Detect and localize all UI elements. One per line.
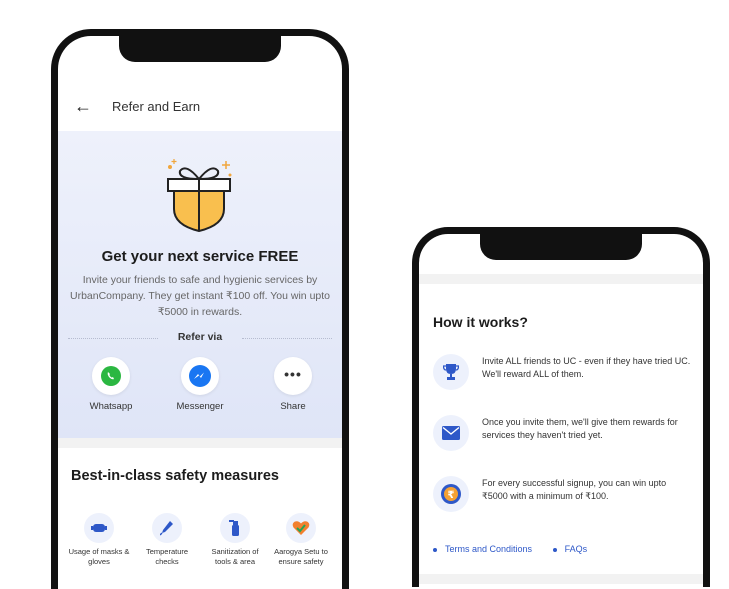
phone-notch [119,36,281,62]
safety-item-masks: Usage of masks & gloves [67,513,131,567]
page-title: Refer and Earn [112,99,201,114]
thermometer-icon [152,513,182,543]
app-header: ← Refer and Earn [58,96,342,131]
terms-link[interactable]: Terms and Conditions [445,544,532,554]
refer-via-divider: Refer via [58,331,342,345]
safety-item-label: Sanitization of tools & area [211,547,259,566]
share-messenger-button[interactable]: Messenger [160,357,240,412]
trophy-icon [433,354,469,390]
arrow-left-icon[interactable]: ← [74,96,92,116]
share-option-label: Messenger [176,401,224,412]
bullet-dot [433,547,437,552]
section-divider [419,274,703,284]
divider-line [242,338,332,339]
phone-notch [480,234,642,260]
hero-title: Get your next service FREE [101,248,299,265]
refer-via-label: Refer via [177,331,223,343]
step-text: For every successful signup, you can win… [482,478,667,501]
phone-how-it-works: How it works? Invite ALL friends to UC -… [412,227,710,587]
phone-refer-and-earn: ← Refer and Earn Get your next service F… [51,29,349,589]
rupee-coin-icon: ₹ [433,476,469,512]
share-option-label: Share [280,401,306,412]
more-dots-icon[interactable]: ••• [274,357,312,395]
footer-links: Terms and Conditions FAQs [433,544,605,554]
share-more-button[interactable]: ••• Share [253,357,333,412]
share-option-label: Whatsapp [89,401,133,412]
safety-item-label: Aarogya Setu to ensure safety [274,547,328,566]
bullet-dot [552,547,557,552]
svg-text:₹: ₹ [448,490,455,501]
share-whatsapp-button[interactable]: Whatsapp [71,357,151,412]
step-text: Once you invite them, we'll give them re… [482,417,678,440]
hero-subtitle: Invite your friends to safe and hygienic… [69,274,331,318]
safety-item-aarogya: Aarogya Setu to ensure safety [269,513,333,567]
whatsapp-icon[interactable] [92,357,130,395]
safety-item-sanitization: Sanitization of tools & area [203,513,267,567]
refer-hero-card: Get your next service FREE Invite your f… [58,131,342,438]
messenger-icon[interactable] [181,357,219,395]
faqs-link[interactable]: FAQs [565,544,588,554]
envelope-icon [433,415,469,451]
spray-bottle-icon [220,513,250,543]
heart-shield-icon [286,513,316,543]
section-divider [419,574,703,584]
gift-icon [167,159,232,233]
step-text: Invite ALL friends to UC - even if they … [482,356,691,379]
safety-item-label: Temperature checks [145,547,189,566]
step-item: Once you invite them, we'll give them re… [433,413,695,453]
safety-section-title: Best-in-class safety measures [71,468,279,484]
safety-item-label: Usage of masks & gloves [68,547,130,566]
section-divider [58,438,342,448]
step-item: Invite ALL friends to UC - even if they … [433,352,695,392]
mask-icon [84,513,114,543]
how-it-works-title: How it works? [433,314,528,330]
step-item: ₹ For every successful signup, you can w… [433,474,695,514]
safety-item-temperature: Temperature checks [135,513,199,567]
